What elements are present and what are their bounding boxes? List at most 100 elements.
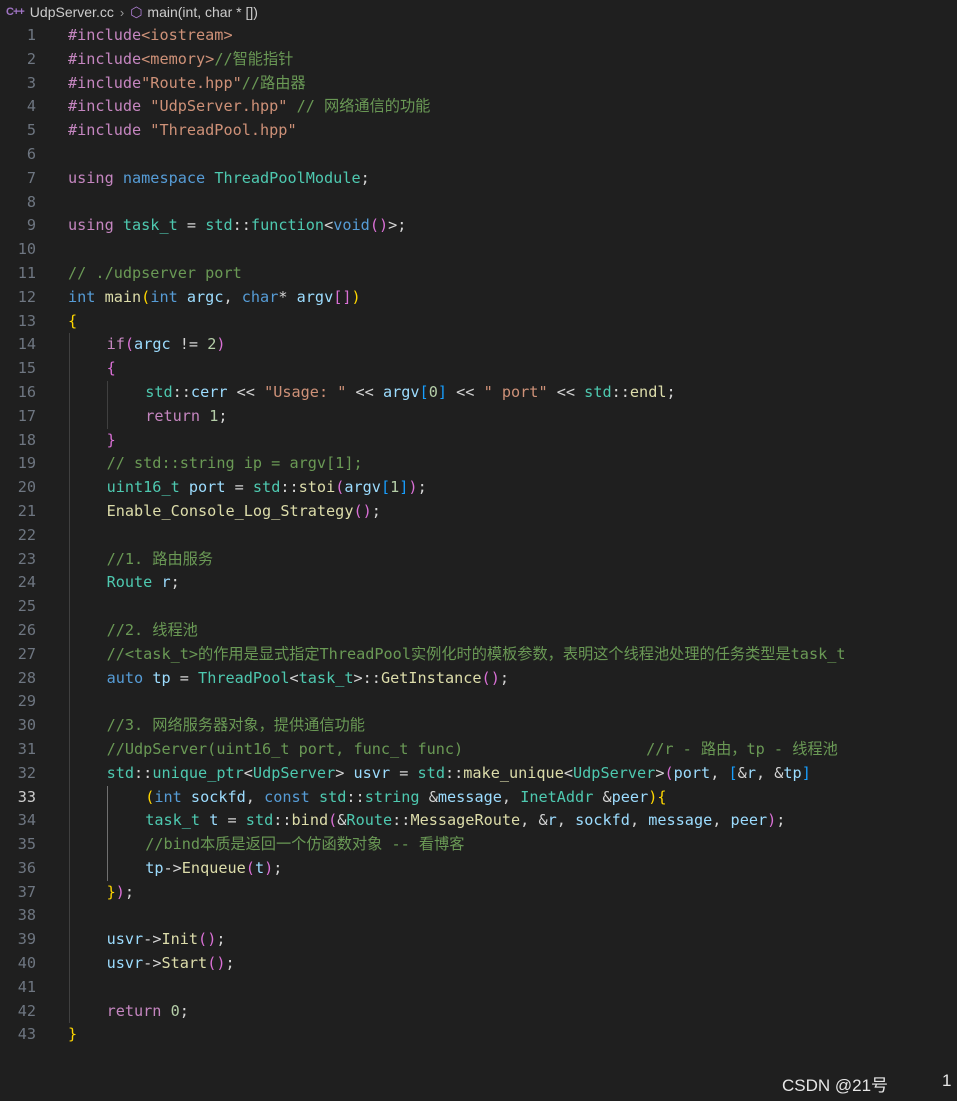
code-token: } xyxy=(106,882,116,901)
code-line[interactable]: 24 Route r; xyxy=(0,571,957,596)
code-line[interactable]: 10 xyxy=(0,238,957,262)
indent-guide xyxy=(69,928,70,953)
line-number: 37 xyxy=(17,882,36,901)
code-line[interactable]: 26 //2. 线程池 xyxy=(0,618,957,643)
code-text: (int sockfd, const std::string &message,… xyxy=(145,786,666,810)
breadcrumb-symbol[interactable]: main(int, char * []) xyxy=(147,4,257,20)
code-line[interactable]: 38 xyxy=(0,904,957,929)
code-token: , & xyxy=(520,811,548,830)
code-line[interactable]: 29 xyxy=(0,690,957,715)
code-line[interactable]: 1 #include<iostream> xyxy=(0,24,957,48)
code-line[interactable]: 7 using namespace ThreadPoolModule; xyxy=(0,167,957,191)
code-token: InetAddr xyxy=(520,787,603,806)
code-token: () xyxy=(353,501,372,520)
code-line[interactable]: 17 return 1; xyxy=(0,404,957,429)
line-number: 28 xyxy=(17,668,36,687)
code-line[interactable]: 31 //UdpServer(uint16_t port, func_t func… xyxy=(0,737,957,762)
code-token: ThreadPool xyxy=(198,668,290,687)
code-token: ( xyxy=(335,478,345,497)
line-number: 31 xyxy=(17,739,36,758)
indent-guide xyxy=(69,880,70,905)
code-line[interactable]: 2 #include<memory>//智能指针 xyxy=(0,48,957,72)
code-text: uint16_t port = std::stoi(argv[1]); xyxy=(107,476,427,500)
code-line[interactable]: 35 //bind本质是返回一个仿函数对象 -- 看博客 xyxy=(0,833,957,857)
code-line[interactable]: 40 usvr->Start(); xyxy=(0,952,957,976)
code-token: > xyxy=(335,763,354,782)
code-line[interactable]: 41 xyxy=(0,975,957,1000)
code-line[interactable]: 8 xyxy=(0,191,957,215)
code-line[interactable]: 16 std::cerr << "Usage: " << argv[0] << "… xyxy=(0,380,957,405)
line-number: 26 xyxy=(17,620,36,639)
code-line[interactable]: 20 uint16_t port = std::stoi(argv[1]); xyxy=(0,476,957,500)
code-line[interactable]: 14 if(argc != 2) xyxy=(0,333,957,358)
code-line[interactable]: 42 return 0; xyxy=(0,999,957,1024)
code-token: UdpServer xyxy=(252,763,336,782)
code-line[interactable]: 3 #include"Route.hpp"//路由器 xyxy=(0,72,957,96)
code-token: != xyxy=(170,335,208,354)
code-line[interactable]: 34 task_t t = std::bind(&Route::MessageRo… xyxy=(0,809,957,834)
code-token: ; xyxy=(666,382,676,401)
code-token: "ThreadPool.hpp" xyxy=(150,121,297,140)
code-line[interactable]: 23 //1. 路由服务 xyxy=(0,547,957,572)
code-line[interactable]: 9 using task_t = std::function<void()>; xyxy=(0,214,957,238)
code-line[interactable]: 5 #include "ThreadPool.hpp" xyxy=(0,119,957,143)
code-token: { xyxy=(657,787,667,806)
code-text: std::unique_ptr<UdpServer> usvr = std::m… xyxy=(107,762,811,786)
code-line[interactable]: 32 std::unique_ptr<UdpServer> usvr = std:… xyxy=(0,761,957,786)
line-number: 17 xyxy=(17,406,36,425)
line-number: 41 xyxy=(17,977,36,996)
code-editor[interactable]: 1 #include<iostream> 2 #include<memory>//智能… xyxy=(0,24,957,1047)
code-line[interactable]: 37}); xyxy=(0,880,957,905)
code-token: :: xyxy=(444,763,464,782)
indent-guide xyxy=(69,452,70,477)
code-token: #include xyxy=(68,121,151,140)
code-line[interactable]: 12 int main(int argc, char* argv[]) xyxy=(0,286,957,310)
code-line[interactable]: 43} xyxy=(0,1023,957,1047)
code-line[interactable]: 22 xyxy=(0,523,957,548)
code-token: // std::string ip = argv[1]; xyxy=(106,454,363,473)
code-token: & xyxy=(737,763,747,782)
code-token: #include xyxy=(68,73,142,92)
code-token: cerr xyxy=(190,382,228,401)
code-line[interactable]: 36 tp->Enqueue(t); xyxy=(0,856,957,881)
code-line[interactable]: 11 // ./udpserver port xyxy=(0,262,957,286)
code-line[interactable]: 19 // std::string ip = argv[1]; xyxy=(0,452,957,477)
code-token: Route xyxy=(346,811,393,830)
code-line[interactable]: 4 #include "UdpServer.hpp" // 网络通信的功能 xyxy=(0,95,957,119)
indent-guide xyxy=(69,642,70,667)
code-line[interactable]: 13 { xyxy=(0,310,957,334)
code-line[interactable]: 30 //3. 网络服务器对象，提供通信功能 xyxy=(0,714,957,738)
code-text: task_t t = std::bind(&Route::MessageRout… xyxy=(145,809,785,833)
line-number: 23 xyxy=(17,549,36,568)
indent-guide xyxy=(69,428,70,453)
code-token: Enable_Console_Log_Strategy xyxy=(106,501,354,520)
code-line[interactable]: 28 auto tp = ThreadPool<task_t>::GetInsta… xyxy=(0,666,957,691)
code-token: -> xyxy=(163,858,182,877)
line-number: 21 xyxy=(17,501,36,520)
code-line[interactable]: 25 xyxy=(0,595,957,619)
code-text: return 0; xyxy=(107,1000,189,1024)
line-number: 32 xyxy=(17,763,36,782)
code-token: argv xyxy=(344,478,381,497)
code-line[interactable]: 15 { xyxy=(0,357,957,381)
line-number: 35 xyxy=(17,835,36,854)
code-token: ; xyxy=(225,954,235,973)
code-line[interactable]: 39 usvr->Init(); xyxy=(0,928,957,953)
code-token: :: xyxy=(172,382,191,401)
breadcrumb-file[interactable]: UdpServer.cc xyxy=(30,4,114,20)
code-token: :: xyxy=(611,382,630,401)
code-token: ) xyxy=(648,787,658,806)
line-number: 20 xyxy=(17,478,36,497)
code-line[interactable]: 18} xyxy=(0,428,957,453)
code-line[interactable]: 27 //<task_t>的作用是显式指定ThreadPool实例化时的模板参数，… xyxy=(0,642,957,667)
code-token: stoi xyxy=(298,478,336,497)
code-line[interactable]: 6 xyxy=(0,143,957,167)
code-line[interactable]: 21 Enable_Console_Log_Strategy(); xyxy=(0,499,957,524)
code-token: argv xyxy=(382,382,420,401)
code-line[interactable]: 33 (int sockfd, const std::string &messag… xyxy=(0,785,957,810)
indent-guide xyxy=(69,523,70,548)
indent-guide xyxy=(69,690,70,715)
code-token: MessageRoute xyxy=(410,811,521,830)
code-token: ; xyxy=(216,930,226,949)
line-number: 4 xyxy=(26,97,36,116)
